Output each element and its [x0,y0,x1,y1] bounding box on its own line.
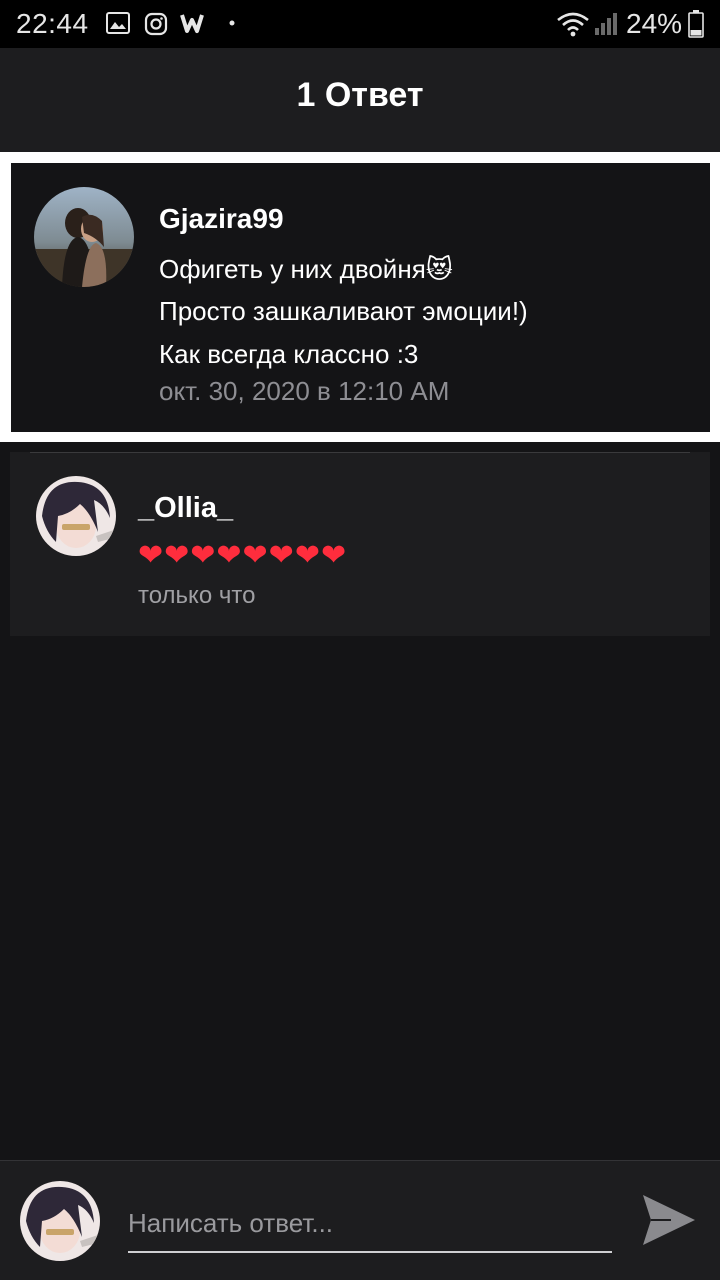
comment-text-line: Просто зашкаливают эмоции!) [159,296,528,326]
wifi-icon [557,12,589,37]
parent-comment-highlight: Gjazira99 Офигеть у них двойня😻 Просто з… [0,152,720,442]
avatar[interactable] [34,187,134,287]
divider [30,452,690,453]
send-icon [643,1194,695,1245]
header: 1 Ответ [0,48,720,152]
battery-icon [688,10,704,38]
battery-percent: 24% [626,8,683,39]
page-title: 1 Ответ [296,76,424,114]
reply-composer [0,1160,720,1280]
status-bar: 22:44 24% [0,0,720,48]
comment-text-line: Как всегда классно :3 [159,339,419,369]
comment-timestamp: окт. 30, 2020 в 12:10 AM [159,376,450,406]
username[interactable]: _Ollia_ [138,492,233,525]
gallery-icon [106,12,130,34]
username[interactable]: Gjazira99 [159,203,284,235]
comment-text-line: Офигеть у них двойня😻 [159,254,453,284]
status-time: 22:44 [16,8,89,39]
comment-timestamp: только что [138,582,256,609]
reply-input[interactable] [128,1195,612,1253]
avatar[interactable] [36,476,116,556]
webtoon-icon [180,14,204,33]
parent-comment[interactable]: Gjazira99 Офигеть у них двойня😻 Просто з… [11,163,710,432]
avatar [20,1181,100,1261]
instagram-icon [144,12,168,36]
signal-icon [595,13,617,35]
reply-comment[interactable]: _Ollia_ ❤❤❤❤❤❤❤❤ только что [10,452,710,636]
dot-icon [229,20,235,26]
send-button[interactable] [638,1191,700,1251]
comment-text: ❤❤❤❤❤❤❤❤ [138,539,348,572]
